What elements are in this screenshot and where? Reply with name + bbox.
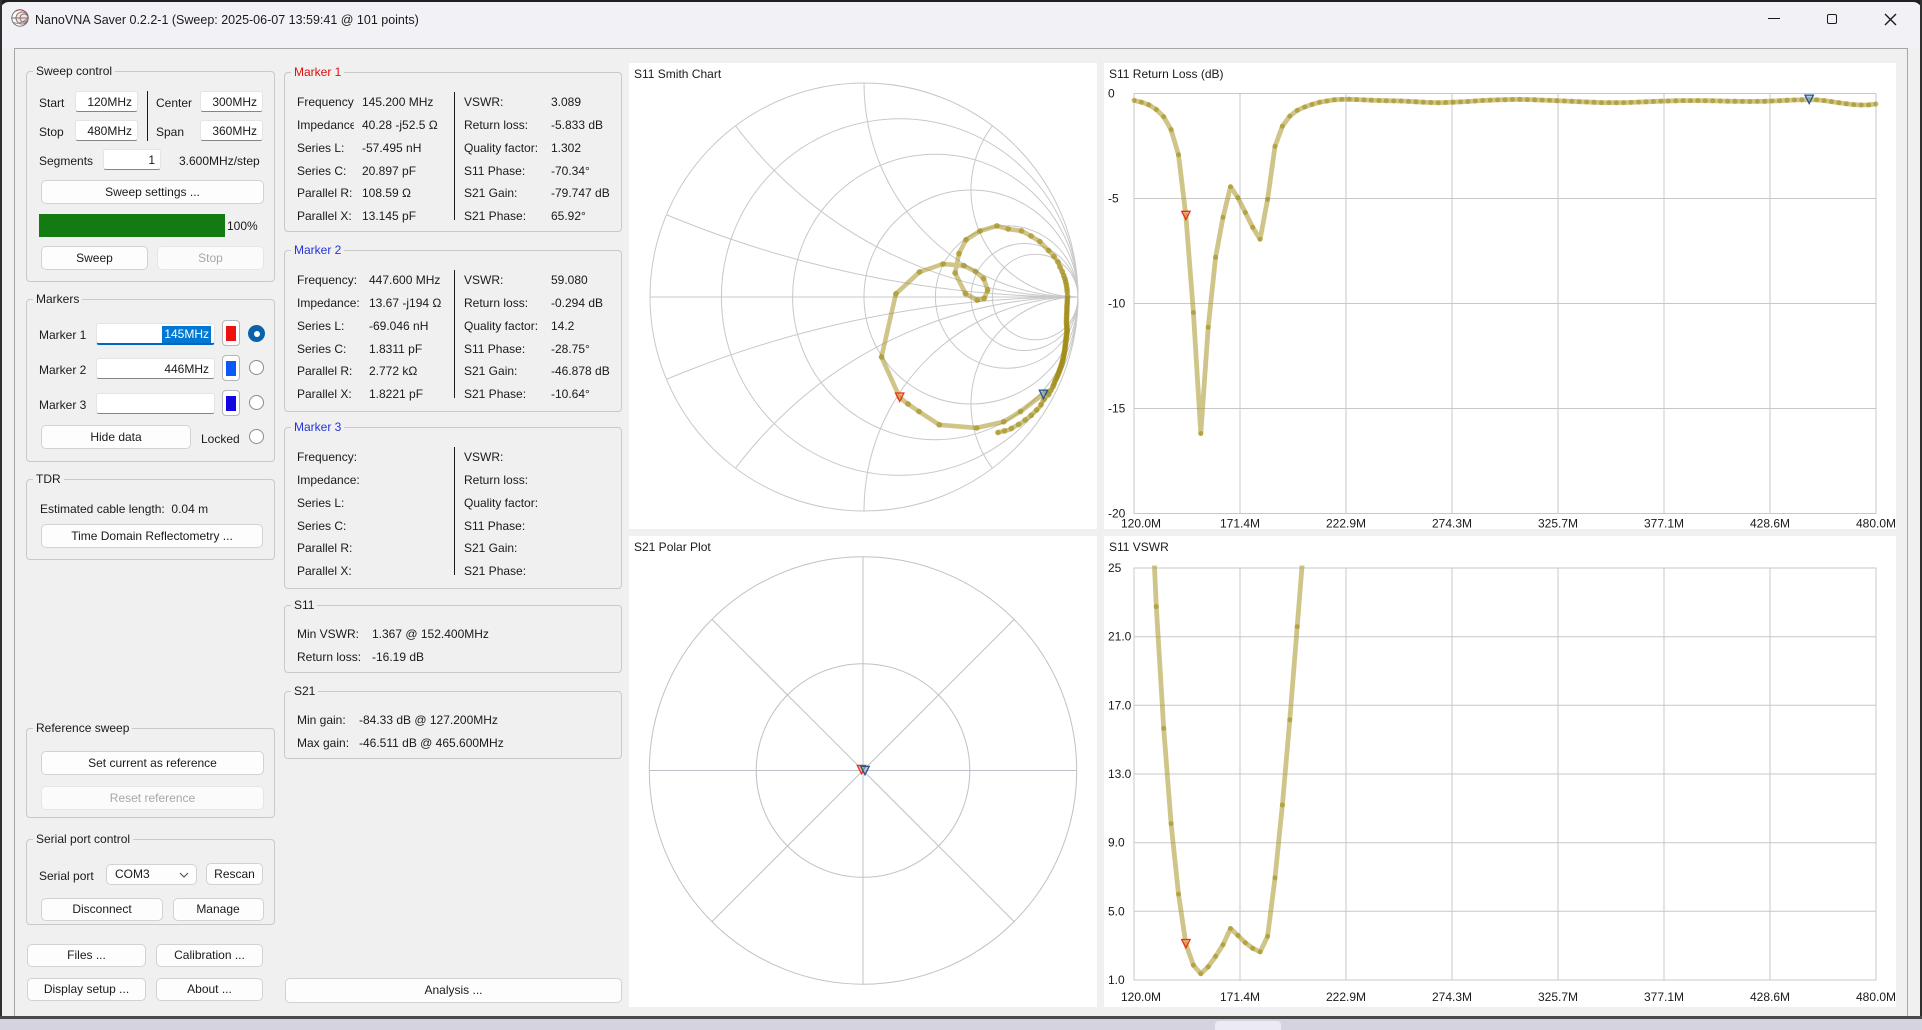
svg-text:120.0M: 120.0M: [1121, 517, 1161, 530]
svg-text:325.7M: 325.7M: [1538, 517, 1578, 530]
svg-text:171.4M: 171.4M: [1220, 517, 1260, 530]
svg-text:S11 Smith Chart: S11 Smith Chart: [634, 67, 722, 81]
svg-text:480.0M: 480.0M: [1856, 990, 1896, 1004]
svg-text:13.0: 13.0: [1108, 767, 1132, 781]
svg-text:0: 0: [1108, 87, 1115, 101]
svg-text:222.9M: 222.9M: [1326, 517, 1366, 530]
svg-text:274.3M: 274.3M: [1432, 990, 1472, 1004]
svg-text:377.1M: 377.1M: [1644, 990, 1684, 1004]
svg-text:-5: -5: [1108, 192, 1119, 206]
svg-text:17.0: 17.0: [1108, 698, 1132, 712]
svg-text:-15: -15: [1108, 402, 1126, 416]
svg-text:9.0: 9.0: [1108, 836, 1125, 850]
svg-text:S21 Polar Plot: S21 Polar Plot: [634, 540, 711, 554]
svg-text:25: 25: [1108, 561, 1122, 575]
svg-text:1.0: 1.0: [1108, 973, 1125, 987]
svg-text:S11 Return Loss (dB): S11 Return Loss (dB): [1109, 67, 1224, 81]
svg-text:222.9M: 222.9M: [1326, 990, 1366, 1004]
svg-text:-10: -10: [1108, 297, 1126, 311]
svg-text:428.6M: 428.6M: [1750, 990, 1790, 1004]
svg-text:325.7M: 325.7M: [1538, 990, 1578, 1004]
svg-text:274.3M: 274.3M: [1432, 517, 1472, 530]
svg-text:480.0M: 480.0M: [1856, 517, 1896, 530]
svg-text:171.4M: 171.4M: [1220, 990, 1260, 1004]
svg-text:5.0: 5.0: [1108, 904, 1125, 918]
svg-text:377.1M: 377.1M: [1644, 517, 1684, 530]
svg-text:S11 VSWR: S11 VSWR: [1109, 540, 1169, 554]
svg-text:428.6M: 428.6M: [1750, 517, 1790, 530]
svg-text:21.0: 21.0: [1108, 630, 1132, 644]
svg-text:120.0M: 120.0M: [1121, 990, 1161, 1004]
